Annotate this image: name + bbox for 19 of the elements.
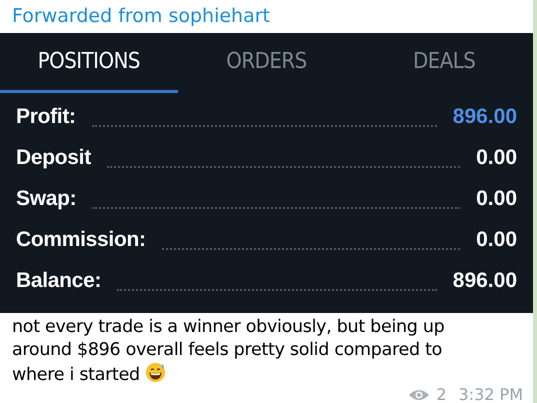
tab[interactable]: POSITIONS [0, 32, 178, 93]
tab[interactable]: ORDERS [178, 32, 356, 93]
summary-value: 896.00 [452, 104, 517, 130]
message-text: not every trade is a winner obviously, but being up around $896 overall feels pretty solid compared to where i started [12, 316, 446, 387]
summary-value: 0.00 [476, 145, 517, 172]
summary-label: Balance: [16, 268, 102, 294]
summary-value: 0.00 [476, 227, 517, 254]
message-time: 3:32 PM [458, 387, 523, 403]
summary-label: Deposit [16, 145, 91, 172]
summary-value: 0.00 [476, 186, 517, 212]
summary-label: Profit: [16, 104, 76, 130]
grinning-sweat-emoji-icon [145, 362, 166, 383]
forwarded-from-label[interactable]: Forwarded from sophiehart [12, 2, 270, 31]
summary-value: 896.00 [452, 268, 517, 294]
summary-label: Swap: [16, 186, 76, 212]
summary-label: Commission: [16, 227, 146, 254]
tab[interactable]: DEALS [355, 32, 534, 93]
eye-icon [408, 388, 430, 402]
view-count: 2 [436, 387, 447, 403]
